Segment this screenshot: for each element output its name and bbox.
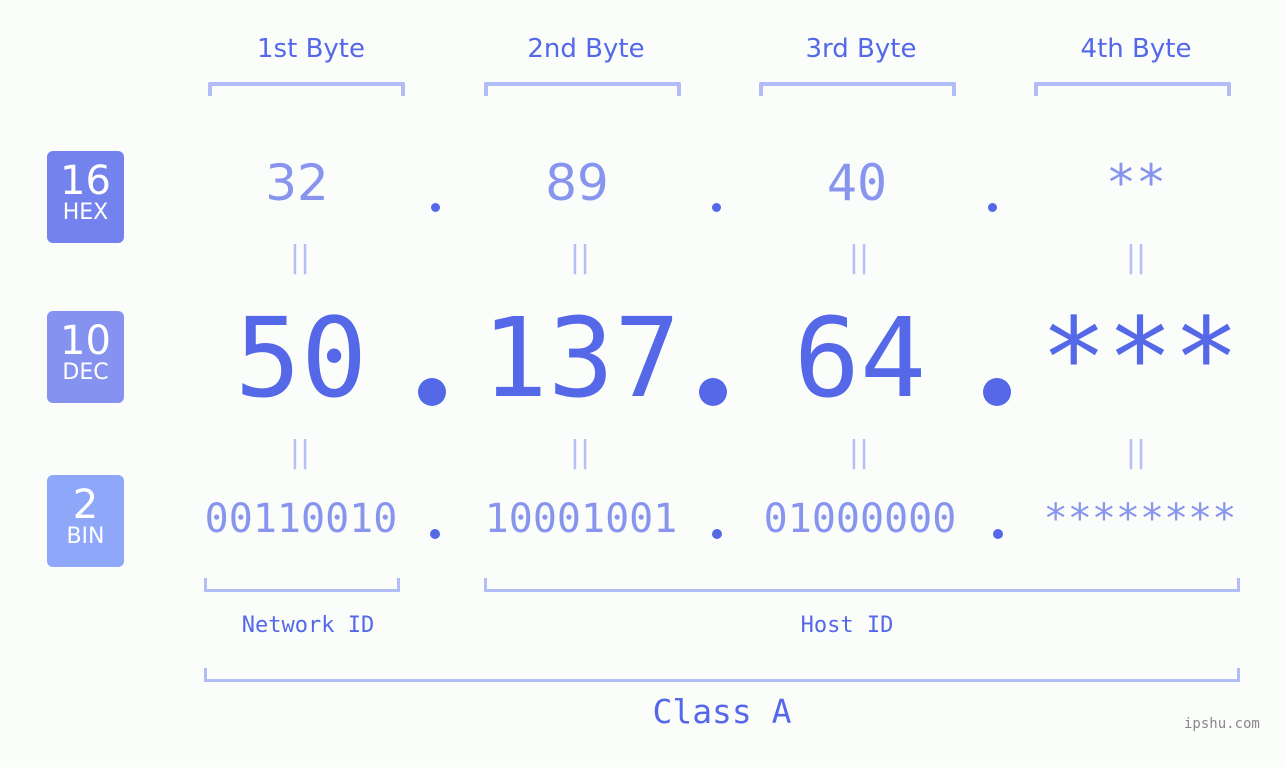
bin-badge: 2 BIN [47, 475, 124, 567]
dec-value-4: *** [1040, 294, 1240, 422]
class-bracket [204, 668, 1240, 682]
dec-dot-1 [418, 378, 446, 406]
hex-value-3: 40 [826, 154, 888, 212]
host-id-label: Host ID [800, 613, 894, 638]
byte-header-1: 1st Byte [257, 34, 365, 64]
dec-badge-base: 10 [60, 318, 111, 364]
bin-value-2: 10001001 [484, 496, 678, 542]
class-label: Class A [652, 692, 792, 731]
equals-sign: || [289, 240, 311, 275]
byte-1-bracket [208, 82, 405, 96]
equals-sign: || [569, 435, 591, 470]
hex-value-2: 89 [545, 154, 609, 212]
bin-value-4: ******** [1043, 496, 1237, 542]
bin-badge-label: BIN [66, 524, 105, 549]
hex-dot-2 [712, 203, 721, 212]
byte-2-bracket [484, 82, 681, 96]
byte-3-bracket [759, 82, 956, 96]
dec-value-3: 64 [793, 294, 927, 422]
byte-4-bracket [1034, 82, 1231, 96]
network-id-label: Network ID [241, 613, 375, 638]
bin-dot-2 [712, 529, 722, 539]
hex-value-1: 32 [265, 154, 329, 212]
bin-dot-3 [993, 529, 1003, 539]
equals-sign: || [289, 435, 311, 470]
dec-value-1: 50 [234, 294, 368, 422]
bin-value-1: 00110010 [204, 496, 398, 542]
equals-sign: || [848, 435, 870, 470]
bin-value-3: 01000000 [763, 496, 957, 542]
hex-value-4: ** [1105, 154, 1167, 212]
equals-sign: || [848, 240, 870, 275]
hex-badge-label: HEX [62, 200, 109, 225]
hex-badge-base: 16 [60, 158, 111, 204]
byte-header-3: 3rd Byte [805, 34, 917, 64]
host-id-bracket [484, 578, 1240, 592]
watermark: ipshu.com [1184, 716, 1260, 732]
dec-dot-2 [699, 378, 727, 406]
bin-dot-1 [430, 529, 440, 539]
equals-sign: || [1125, 240, 1147, 275]
dec-badge: 10 DEC [47, 311, 124, 403]
dec-value-2: 137 [481, 294, 681, 422]
hex-dot-1 [431, 203, 440, 212]
hex-badge: 16 HEX [47, 151, 124, 243]
byte-header-4: 4th Byte [1080, 34, 1192, 64]
equals-sign: || [569, 240, 591, 275]
bin-badge-base: 2 [72, 482, 99, 528]
byte-header-2: 2nd Byte [527, 34, 645, 64]
dec-badge-label: DEC [62, 360, 109, 385]
equals-sign: || [1125, 435, 1147, 470]
dec-dot-3 [983, 378, 1011, 406]
hex-dot-3 [988, 203, 997, 212]
network-id-bracket [204, 578, 400, 592]
